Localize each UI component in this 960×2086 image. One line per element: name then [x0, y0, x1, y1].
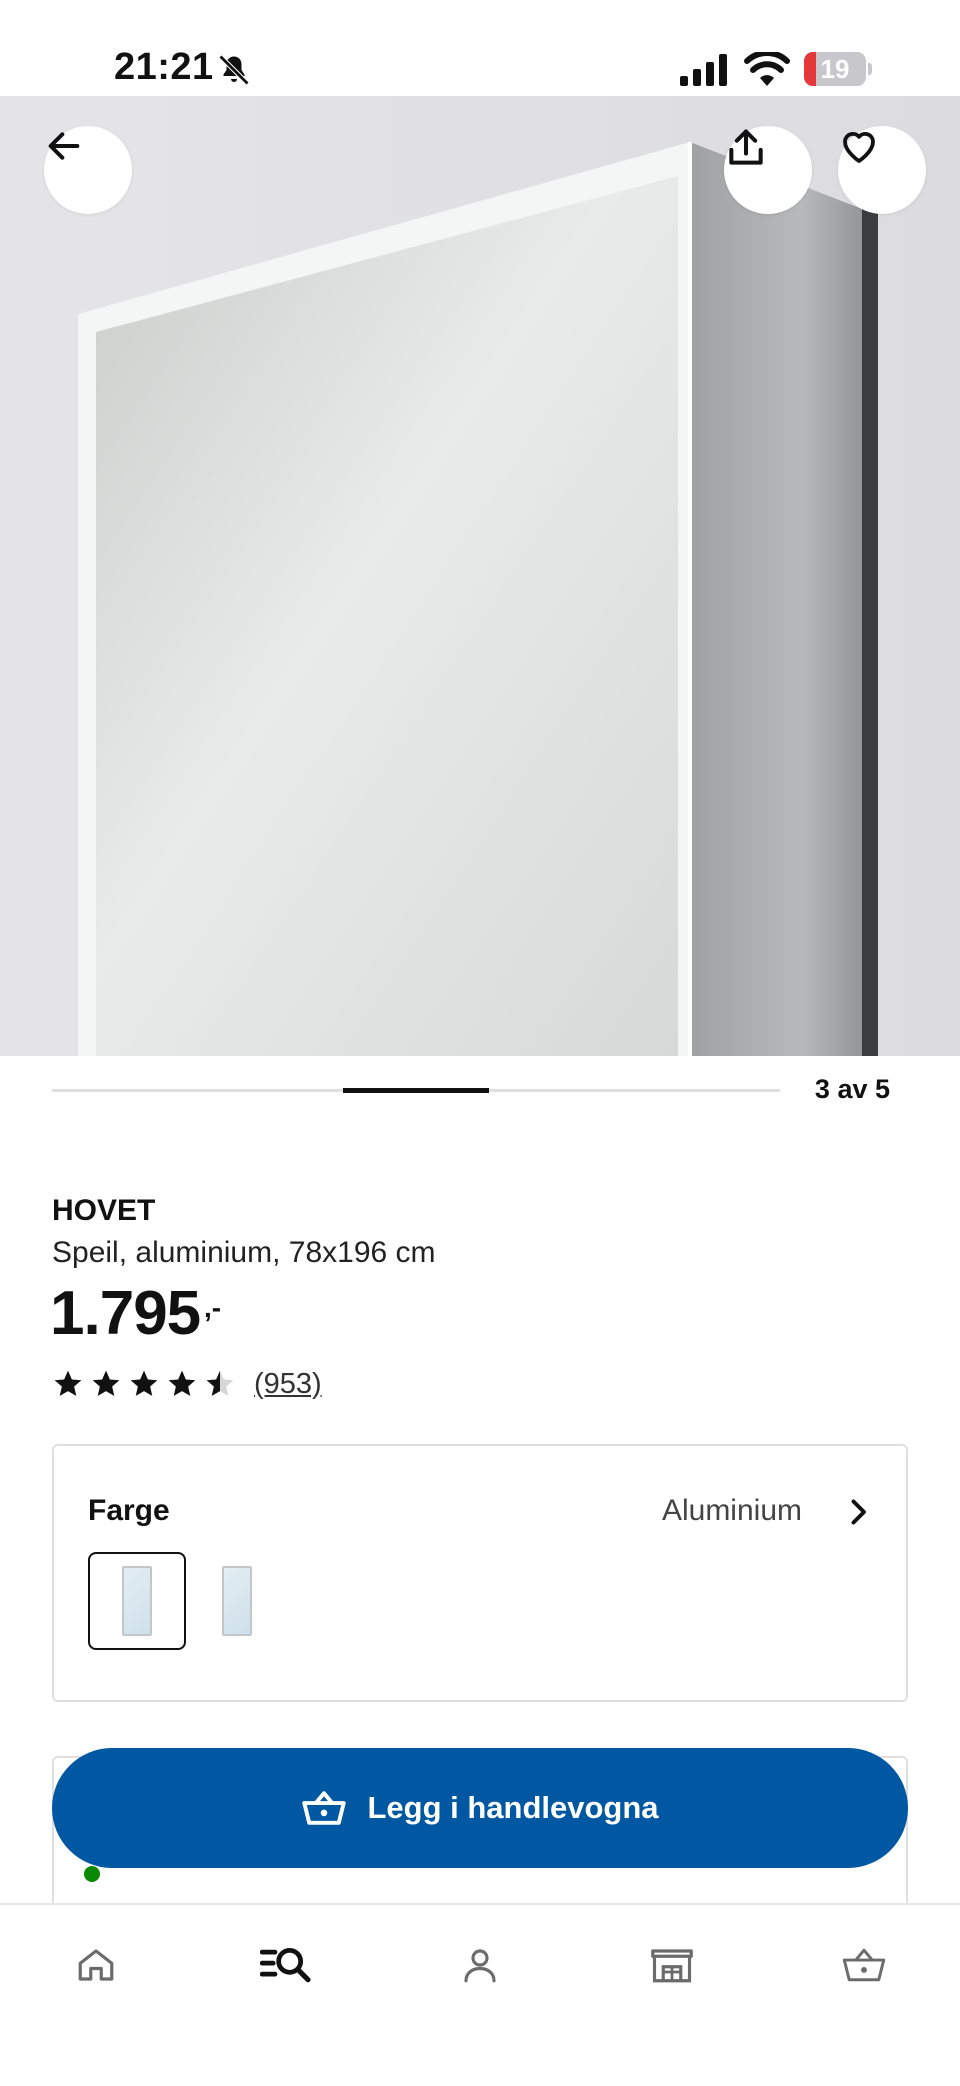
mirror-thumbnail [122, 1566, 152, 1636]
price-suffix: ,- [204, 1292, 222, 1323]
availability-dot [84, 1866, 100, 1882]
product-price: 1.795 [50, 1279, 201, 1348]
product-description: Speil, aluminium, 78x196 cm [52, 1236, 436, 1269]
color-label: Farge [88, 1494, 170, 1527]
star-icon [206, 1370, 234, 1396]
battery-body: 19 [804, 52, 866, 86]
color-selected-value: Aluminium [661, 1494, 802, 1527]
mirror-thumbnail [222, 1566, 252, 1636]
bottom-navigation [0, 1903, 960, 2086]
favourite-button[interactable] [838, 126, 926, 214]
mirror-photo [0, 96, 960, 1056]
battery-percent: 19 [820, 54, 850, 84]
status-time: 21:21 [114, 46, 214, 88]
wifi-icon [744, 50, 790, 86]
heart-icon [843, 132, 875, 163]
search-list-icon [260, 1947, 311, 1983]
back-button[interactable] [44, 126, 132, 214]
store-icon [651, 1949, 693, 1983]
battery-tip [868, 63, 872, 75]
battery-icon: 19 [804, 52, 872, 86]
nav-home[interactable] [66, 1935, 126, 1995]
profile-icon [464, 1949, 496, 1983]
product-rating[interactable]: (953) [52, 1366, 322, 1402]
bell-slash-icon [216, 52, 252, 88]
chevron-right-icon[interactable] [840, 1492, 876, 1532]
share-button[interactable] [724, 126, 812, 214]
carousel-progress [52, 1088, 780, 1093]
cart-icon [842, 1948, 886, 1982]
home-icon [78, 1949, 114, 1981]
star-icon [168, 1370, 196, 1396]
color-selector[interactable]: Farge Aluminium [52, 1444, 908, 1702]
add-to-cart-button[interactable]: Legg i handlevogna [52, 1748, 908, 1868]
nav-cart[interactable] [834, 1935, 894, 1995]
star-icon [92, 1370, 120, 1396]
carousel-counter: 3 av 5 [814, 1074, 890, 1104]
add-to-cart-label: Legg i handlevogna [367, 1790, 659, 1825]
back-arrow-icon [48, 132, 80, 160]
status-bar: 21:21 19 [0, 0, 960, 96]
product-name: HOVET [52, 1194, 156, 1227]
rating-stars [52, 1368, 236, 1400]
nav-store[interactable] [642, 1935, 702, 1995]
carousel-progress-thumb [343, 1088, 489, 1093]
star-icon [130, 1370, 158, 1396]
color-swatch-aluminium[interactable] [88, 1552, 186, 1650]
nav-profile[interactable] [450, 1935, 510, 1995]
color-swatch-white[interactable] [188, 1552, 286, 1650]
cart-icon [302, 1791, 347, 1825]
signal-icon [680, 54, 730, 86]
nav-browse[interactable] [256, 1935, 316, 1995]
star-icon [54, 1370, 82, 1396]
product-image[interactable] [0, 96, 960, 1056]
review-count-link[interactable]: (953) [254, 1368, 322, 1401]
share-icon [729, 129, 763, 165]
